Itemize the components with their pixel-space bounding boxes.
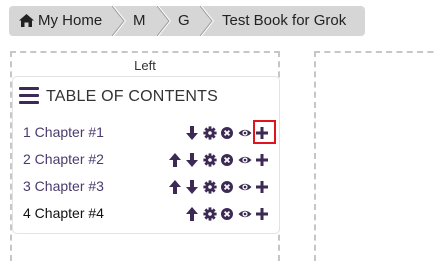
view-icon[interactable] bbox=[238, 152, 252, 168]
breadcrumb-separator bbox=[157, 6, 171, 36]
move-up-icon[interactable] bbox=[185, 206, 199, 222]
left-column-title: Left bbox=[134, 58, 156, 73]
chapter-link[interactable]: 3 Chapter #3 bbox=[23, 178, 104, 194]
breadcrumb-home-label: My Home bbox=[38, 12, 103, 29]
chapter-link-current[interactable]: 4 Chapter #4 bbox=[23, 205, 104, 221]
toc-panel: TABLE OF CONTENTS 1 Chapter #1 2 Chapter… bbox=[12, 76, 280, 234]
move-down-icon[interactable] bbox=[185, 125, 199, 141]
view-icon[interactable] bbox=[238, 206, 252, 222]
toc-title: TABLE OF CONTENTS bbox=[46, 88, 219, 105]
remove-icon[interactable] bbox=[220, 152, 234, 168]
breadcrumb-item-book[interactable]: Test Book for Grok bbox=[222, 6, 346, 36]
view-icon[interactable] bbox=[238, 125, 252, 141]
right-column bbox=[314, 51, 435, 261]
move-down-icon[interactable] bbox=[185, 152, 199, 168]
breadcrumb-separator bbox=[112, 6, 126, 36]
toc-row: 2 Chapter #2 bbox=[13, 148, 279, 172]
settings-icon[interactable] bbox=[203, 206, 217, 222]
breadcrumb-item-g[interactable]: G bbox=[178, 6, 190, 36]
breadcrumb-separator bbox=[200, 6, 214, 36]
settings-icon[interactable] bbox=[203, 152, 217, 168]
chapter-link[interactable]: 1 Chapter #1 bbox=[23, 124, 104, 140]
toc-row: 4 Chapter #4 bbox=[13, 202, 279, 226]
move-up-icon[interactable] bbox=[168, 152, 182, 168]
add-icon[interactable] bbox=[255, 206, 269, 222]
remove-icon[interactable] bbox=[220, 125, 234, 141]
toc-row: 3 Chapter #3 bbox=[13, 175, 279, 199]
view-icon[interactable] bbox=[238, 179, 252, 195]
chapter-link[interactable]: 2 Chapter #2 bbox=[23, 151, 104, 167]
move-down-icon[interactable] bbox=[185, 179, 199, 195]
add-icon[interactable] bbox=[255, 179, 269, 195]
breadcrumb: My Home M G Test Book for Grok bbox=[9, 6, 365, 36]
toc-row: 1 Chapter #1 bbox=[13, 121, 279, 145]
settings-icon[interactable] bbox=[203, 125, 217, 141]
highlight-box bbox=[253, 120, 276, 144]
settings-icon[interactable] bbox=[203, 179, 217, 195]
toc-header: TABLE OF CONTENTS bbox=[13, 77, 279, 117]
breadcrumb-item-m[interactable]: M bbox=[133, 6, 146, 36]
move-up-icon[interactable] bbox=[168, 179, 182, 195]
remove-icon[interactable] bbox=[220, 179, 234, 195]
home-icon bbox=[19, 14, 34, 27]
add-icon[interactable] bbox=[255, 152, 269, 168]
remove-icon[interactable] bbox=[220, 206, 234, 222]
menu-icon[interactable] bbox=[19, 87, 39, 104]
